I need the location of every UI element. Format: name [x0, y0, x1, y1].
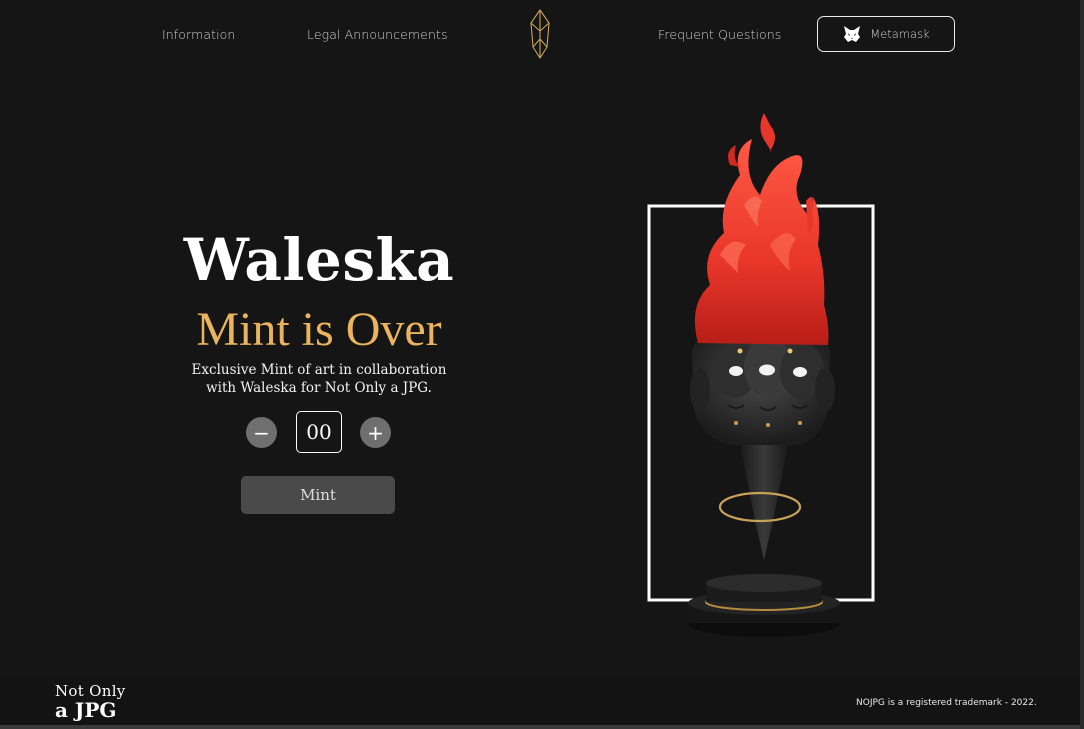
hero-description-line2: with Waleska for Not Only a JPG.: [206, 380, 432, 396]
artwork-flaming-heads-sculpture: [647, 113, 875, 637]
decrease-quantity-button[interactable]: −: [246, 417, 277, 448]
footer-logo-line2: a JPG: [55, 698, 117, 722]
increase-quantity-button[interactable]: +: [360, 417, 391, 448]
metamask-connect-button[interactable]: Metamask: [817, 16, 955, 52]
mint-button[interactable]: Mint: [241, 476, 395, 514]
nav-faq-link[interactable]: Frequent Questions: [658, 27, 781, 42]
footer-logo-line1: Not Only: [55, 682, 126, 700]
metamask-fox-icon: [844, 26, 861, 42]
hero-description: Exclusive Mint of art in collaboration w…: [160, 361, 478, 397]
quantity-value: 00: [296, 411, 342, 453]
diamond-gem-icon[interactable]: [528, 9, 552, 59]
nav-legal-link[interactable]: Legal Announcements: [307, 27, 448, 42]
hero-description-line1: Exclusive Mint of art in collaboration: [191, 362, 447, 378]
hero-title: Waleska: [183, 226, 455, 294]
scrollbar-track[interactable]: [1080, 0, 1084, 729]
nav-information-link[interactable]: Information: [162, 27, 235, 42]
hero-subtitle: Mint is Over: [196, 303, 442, 356]
footer-brand-logo[interactable]: Not Only a JPG: [55, 682, 126, 722]
window-bottom-strip: [0, 725, 1084, 729]
trademark-notice: NOJPG is a registered trademark - 2022.: [856, 698, 1037, 708]
metamask-label: Metamask: [870, 27, 930, 41]
